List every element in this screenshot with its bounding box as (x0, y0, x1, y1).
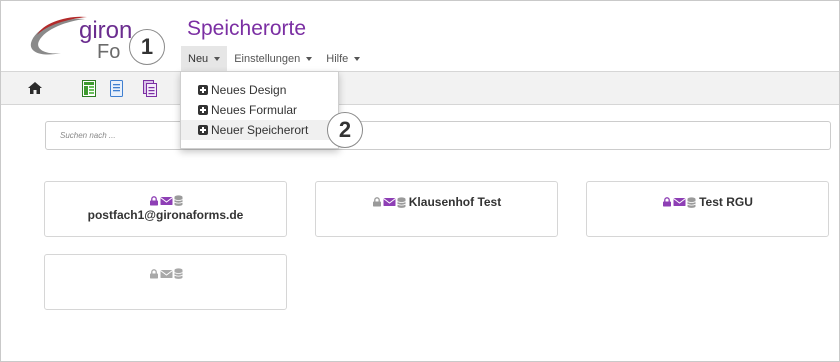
plus-square-icon (198, 125, 208, 135)
menu-item-label: Einstellungen (234, 53, 301, 65)
card-status-icons (45, 268, 286, 279)
plus-square-icon (198, 105, 208, 115)
home-icon[interactable] (27, 80, 43, 98)
storage-location-card[interactable]: Klausenhof Test (315, 181, 558, 237)
database-icon (687, 196, 696, 208)
caret-down-icon (306, 57, 313, 61)
lock-icon (372, 197, 381, 207)
envelope-icon (382, 198, 396, 206)
page-title: Speicherorte (187, 17, 307, 40)
card-label: postfach1@gironaforms.de (87, 208, 244, 222)
card-status-icons (662, 196, 696, 208)
dropdown-item-label: Neues Formular (211, 103, 298, 117)
form-icon[interactable] (110, 80, 126, 98)
lock-icon (663, 197, 672, 207)
database-icon (173, 268, 183, 279)
toolbar (1, 71, 839, 105)
plus-square-icon (198, 85, 208, 95)
dropdown-item-label: Neues Design (211, 83, 287, 97)
spreadsheet-icon[interactable] (82, 80, 98, 98)
envelope-icon (673, 198, 686, 206)
card-label: Test RGU (699, 195, 753, 209)
card-status-icons (45, 195, 286, 206)
lock-icon (149, 268, 158, 278)
menu-item-einstellungen[interactable]: Einstellungen (227, 46, 319, 72)
storage-location-card[interactable] (44, 254, 287, 310)
documents-icon[interactable] (143, 80, 159, 98)
logo-text-line2: Fo (97, 41, 121, 63)
database-icon (173, 195, 183, 206)
menu-item-label: Neu (188, 53, 209, 65)
caret-down-icon (354, 57, 361, 61)
step-callout-1: 1 (129, 29, 165, 65)
menu-item-neu[interactable]: Neu (181, 46, 228, 72)
storage-location-card[interactable]: Test RGU (586, 181, 829, 237)
menu-item-neuer-speicherort[interactable]: Neuer Speicherort (181, 120, 338, 140)
envelope-icon (159, 196, 173, 205)
storage-location-card[interactable]: postfach1@gironaforms.de (44, 181, 287, 237)
envelope-icon (159, 269, 173, 278)
main-menu: Neu Einstellungen Hilfe (181, 46, 367, 72)
card-status-icons (372, 196, 406, 208)
dropdown-item-label: Neuer Speicherort (211, 123, 309, 137)
menu-item-neues-design[interactable]: Neues Design (181, 80, 338, 100)
lock-icon (149, 195, 158, 205)
menu-item-neues-formular[interactable]: Neues Formular (181, 100, 338, 120)
dropdown-menu-neu: Neues Design Neues Formular Neuer Speich… (180, 71, 339, 149)
menu-item-hilfe[interactable]: Hilfe (319, 46, 367, 72)
menu-item-label: Hilfe (326, 53, 349, 65)
caret-down-icon (214, 57, 221, 61)
card-label: Klausenhof Test (408, 195, 502, 209)
search-input[interactable] (45, 121, 831, 150)
database-icon (397, 196, 406, 208)
step-callout-2: 2 (327, 112, 363, 148)
header: giron Fo Speicherorte Neu Einstellungen … (1, 1, 839, 72)
